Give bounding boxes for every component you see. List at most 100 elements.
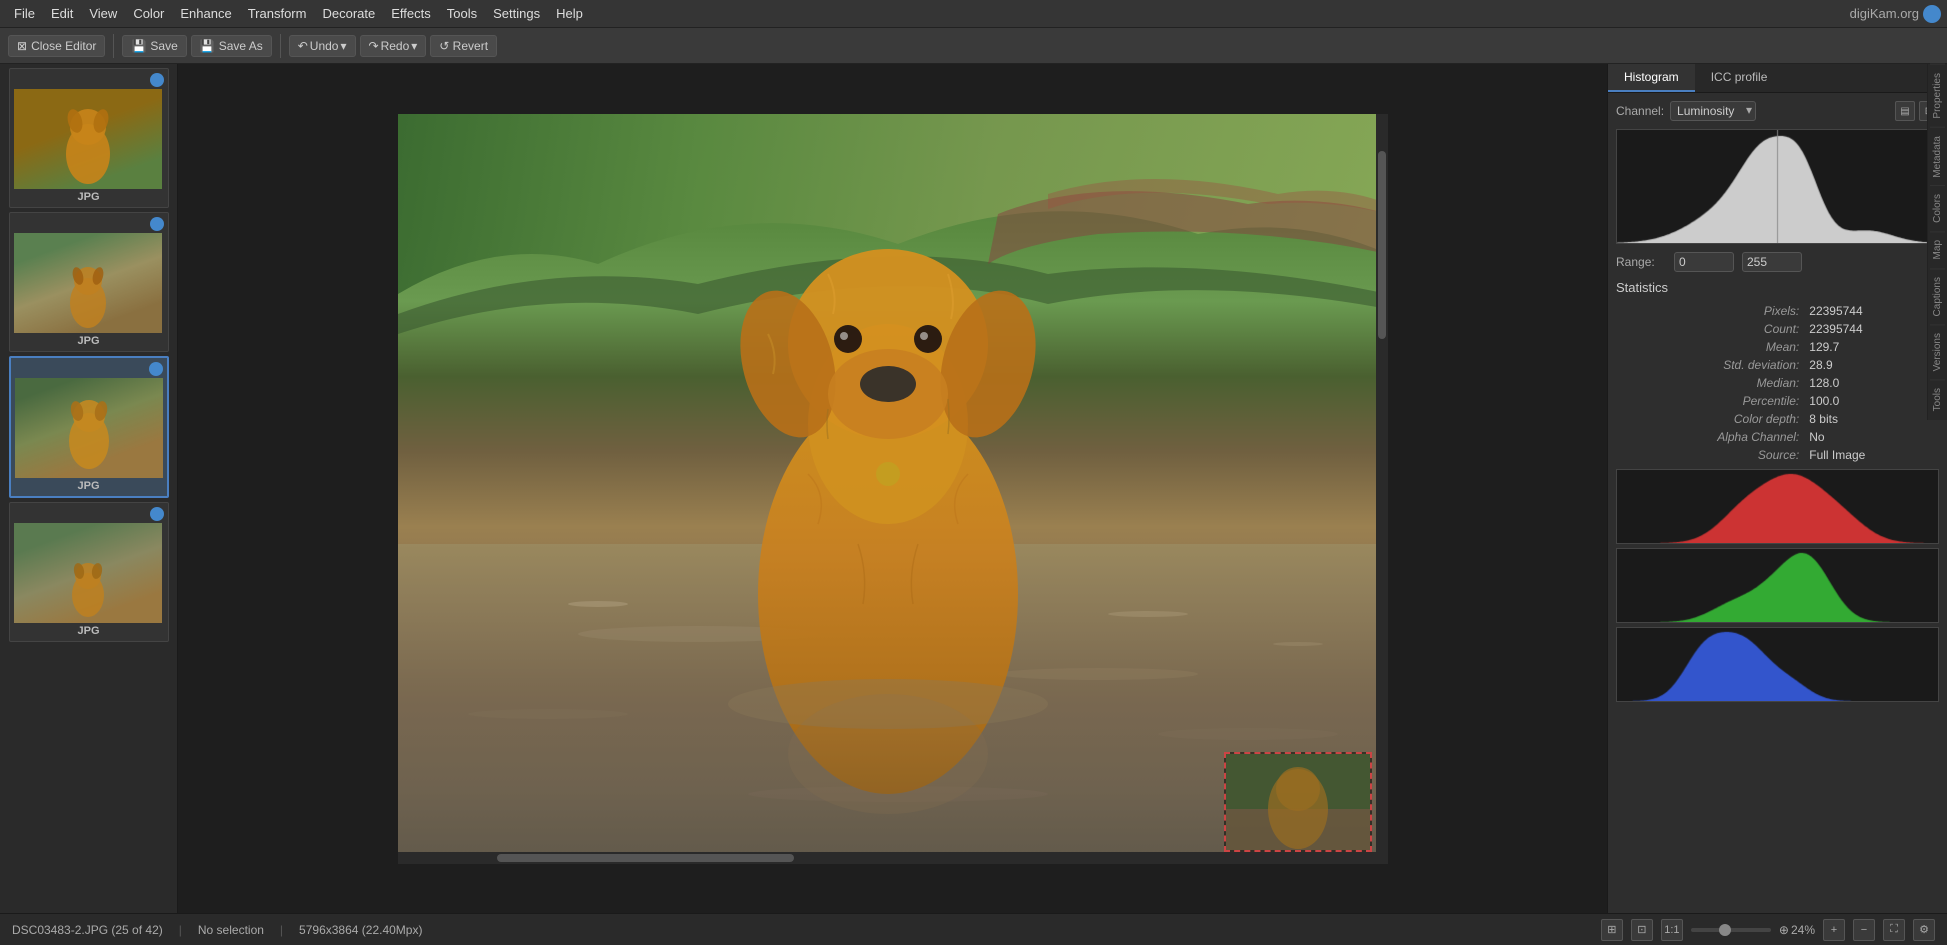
toolbar-separator-1 [113, 34, 114, 58]
undo-dropdown-icon[interactable]: ▾ [340, 39, 346, 53]
menu-transform[interactable]: Transform [240, 4, 315, 23]
filmstrip-item-1[interactable]: JPG [9, 68, 169, 208]
range-min-input[interactable] [1674, 252, 1734, 272]
luminosity-histogram-canvas [1617, 130, 1938, 243]
status-right-controls: ⊞ ⊡ 1:1 ⊕ 24% + − ⛶ ⚙ [1601, 919, 1935, 941]
actual-size-btn[interactable]: 1:1 [1661, 919, 1683, 941]
stat-std-label: Std. deviation: [1618, 357, 1803, 373]
side-tab-captions[interactable]: Captions [1930, 268, 1945, 324]
menu-view[interactable]: View [81, 4, 125, 23]
redo-button[interactable]: ↷ Redo ▾ [360, 35, 427, 57]
stat-row-count: Count: 22395744 [1618, 321, 1937, 337]
image-canvas[interactable] [178, 64, 1607, 913]
undo-button[interactable]: ↶ Undo ▾ [289, 35, 356, 57]
redo-dropdown-icon[interactable]: ▾ [411, 39, 417, 53]
canvas-horizontal-scrollbar[interactable] [398, 852, 1388, 864]
menu-tools[interactable]: Tools [439, 4, 485, 23]
save-as-icon: 💾 [200, 39, 215, 53]
main-area: JPG JPG [0, 64, 1947, 913]
menu-decorate[interactable]: Decorate [314, 4, 383, 23]
range-max-input[interactable] [1742, 252, 1802, 272]
luminosity-histogram [1616, 129, 1939, 244]
vertical-scroll-thumb[interactable] [1378, 151, 1386, 339]
menu-file[interactable]: File [6, 4, 43, 23]
digikam-logo: digiKam.org [1850, 5, 1941, 23]
main-image [398, 114, 1388, 864]
status-dimensions: 5796x3864 (22.40Mpx) [299, 923, 422, 937]
statistics-table: Pixels: 22395744 Count: 22395744 Mean: 1… [1616, 301, 1939, 465]
statistics-title: Statistics [1616, 280, 1939, 295]
stat-row-percentile: Percentile: 100.0 [1618, 393, 1937, 409]
blue-histogram-canvas [1617, 628, 1938, 701]
menu-help[interactable]: Help [548, 4, 591, 23]
stat-count-value: 22395744 [1805, 321, 1937, 337]
fullscreen-btn[interactable]: ⛶ [1883, 919, 1905, 941]
channel-select-wrapper: Luminosity Red Green Blue [1670, 101, 1756, 121]
side-tab-metadata[interactable]: Metadata [1930, 127, 1945, 186]
save-icon: 💾 [131, 39, 146, 53]
close-editor-button[interactable]: ⊠ Close Editor [8, 35, 105, 57]
range-label: Range: [1616, 255, 1666, 269]
menu-color[interactable]: Color [125, 4, 172, 23]
revert-button[interactable]: ↺ Revert [430, 35, 497, 57]
film-label-3: JPG [15, 480, 163, 492]
stat-row-depth: Color depth: 8 bits [1618, 411, 1937, 427]
stat-row-alpha: Alpha Channel: No [1618, 429, 1937, 445]
side-tab-map[interactable]: Map [1930, 231, 1945, 267]
film-globe-icon-4 [150, 507, 164, 521]
zoom-in-btn[interactable]: + [1823, 919, 1845, 941]
menubar: File Edit View Color Enhance Transform D… [0, 0, 1947, 28]
grid-view-btn[interactable]: ⊞ [1601, 919, 1623, 941]
side-tab-versions[interactable]: Versions [1930, 324, 1945, 379]
film-thumb-1 [14, 89, 162, 189]
zoom-value: 24% [1791, 923, 1815, 937]
film-thumb-4 [14, 523, 162, 623]
status-selection: No selection [198, 923, 264, 937]
stat-source-label: Source: [1618, 447, 1803, 463]
icc-profile-tab[interactable]: ICC profile [1695, 64, 1784, 92]
film-globe-icon-2 [150, 217, 164, 231]
zoom-display: ⊕ 24% [1779, 923, 1815, 937]
close-editor-icon: ⊠ [17, 39, 27, 53]
film-label-4: JPG [14, 625, 164, 637]
filmstrip: JPG JPG [0, 64, 178, 913]
menu-enhance[interactable]: Enhance [172, 4, 239, 23]
canvas-vertical-scrollbar[interactable] [1376, 114, 1388, 864]
zoom-slider[interactable] [1691, 928, 1771, 932]
film-thumb-3 [15, 378, 163, 478]
statusbar: DSC03483-2.JPG (25 of 42) | No selection… [0, 913, 1947, 945]
film-label-1: JPG [14, 191, 164, 203]
status-filename: DSC03483-2.JPG (25 of 42) [12, 923, 163, 937]
side-tab-properties[interactable]: Properties [1930, 64, 1945, 127]
menu-effects[interactable]: Effects [383, 4, 439, 23]
stat-pixels-value: 22395744 [1805, 303, 1937, 319]
statistics-section: Statistics Pixels: 22395744 Count: 22395… [1616, 280, 1939, 465]
filmstrip-item-2[interactable]: JPG [9, 212, 169, 352]
horizontal-scroll-thumb[interactable] [497, 854, 794, 862]
side-tabs-panel: Properties Metadata Colors Map Captions … [1927, 64, 1947, 420]
red-histogram [1616, 469, 1939, 544]
histogram-tab[interactable]: Histogram [1608, 64, 1695, 92]
stat-depth-label: Color depth: [1618, 411, 1803, 427]
zoom-out-btn[interactable]: − [1853, 919, 1875, 941]
menu-settings[interactable]: Settings [485, 4, 548, 23]
stat-alpha-label: Alpha Channel: [1618, 429, 1803, 445]
film-globe-icon-1 [150, 73, 164, 87]
channel-select[interactable]: Luminosity Red Green Blue [1670, 101, 1756, 121]
zoom-slider-thumb[interactable] [1719, 924, 1731, 936]
fit-screen-btn[interactable]: ⊡ [1631, 919, 1653, 941]
save-button[interactable]: 💾 Save [122, 35, 186, 57]
save-as-button[interactable]: 💾 Save As [191, 35, 272, 57]
side-tab-tools[interactable]: Tools [1930, 379, 1945, 419]
stat-count-label: Count: [1618, 321, 1803, 337]
film-label-2: JPG [14, 335, 164, 347]
histogram-options-btn[interactable]: ▤ [1895, 101, 1915, 121]
green-histogram-canvas [1617, 549, 1938, 622]
filmstrip-item-4[interactable]: JPG [9, 502, 169, 642]
navigator-box[interactable] [1224, 752, 1372, 852]
filmstrip-item-3[interactable]: JPG [9, 356, 169, 498]
settings-btn[interactable]: ⚙ [1913, 919, 1935, 941]
stat-source-value: Full Image [1805, 447, 1937, 463]
side-tab-colors[interactable]: Colors [1930, 185, 1945, 231]
menu-edit[interactable]: Edit [43, 4, 81, 23]
